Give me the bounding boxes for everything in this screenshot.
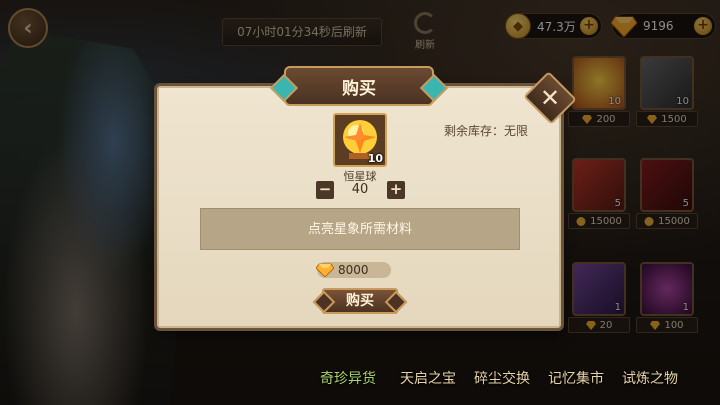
buy-button[interactable]: 购买 [322, 288, 398, 314]
increase-quantity-button[interactable]: + [387, 181, 405, 199]
tab-memory-market[interactable]: 记忆集市 [540, 368, 612, 394]
item-count: 10 [367, 152, 383, 165]
diamond-icon [316, 263, 334, 277]
quantity-value[interactable]: 40 [339, 182, 381, 197]
decrease-quantity-button[interactable]: − [316, 181, 334, 199]
item-icon-frame: 10 [333, 113, 387, 167]
total-price-value: 8000 [338, 263, 369, 277]
dialog-title: 购买 [284, 66, 434, 106]
item-description: 点亮星象所需材料 [200, 208, 520, 250]
tab-trial-items[interactable]: 试炼之物 [614, 368, 686, 394]
total-price: 8000 [316, 262, 391, 278]
close-icon[interactable]: ✕ [530, 80, 570, 116]
tab-dust-exchange[interactable]: 碎尘交换 [466, 368, 538, 394]
tab-apocalypse-treasure[interactable]: 天启之宝 [392, 368, 464, 394]
stock-label: 剩余库存：无限 [444, 124, 529, 138]
tab-rare-goods[interactable]: 奇珍异货 [312, 368, 384, 394]
